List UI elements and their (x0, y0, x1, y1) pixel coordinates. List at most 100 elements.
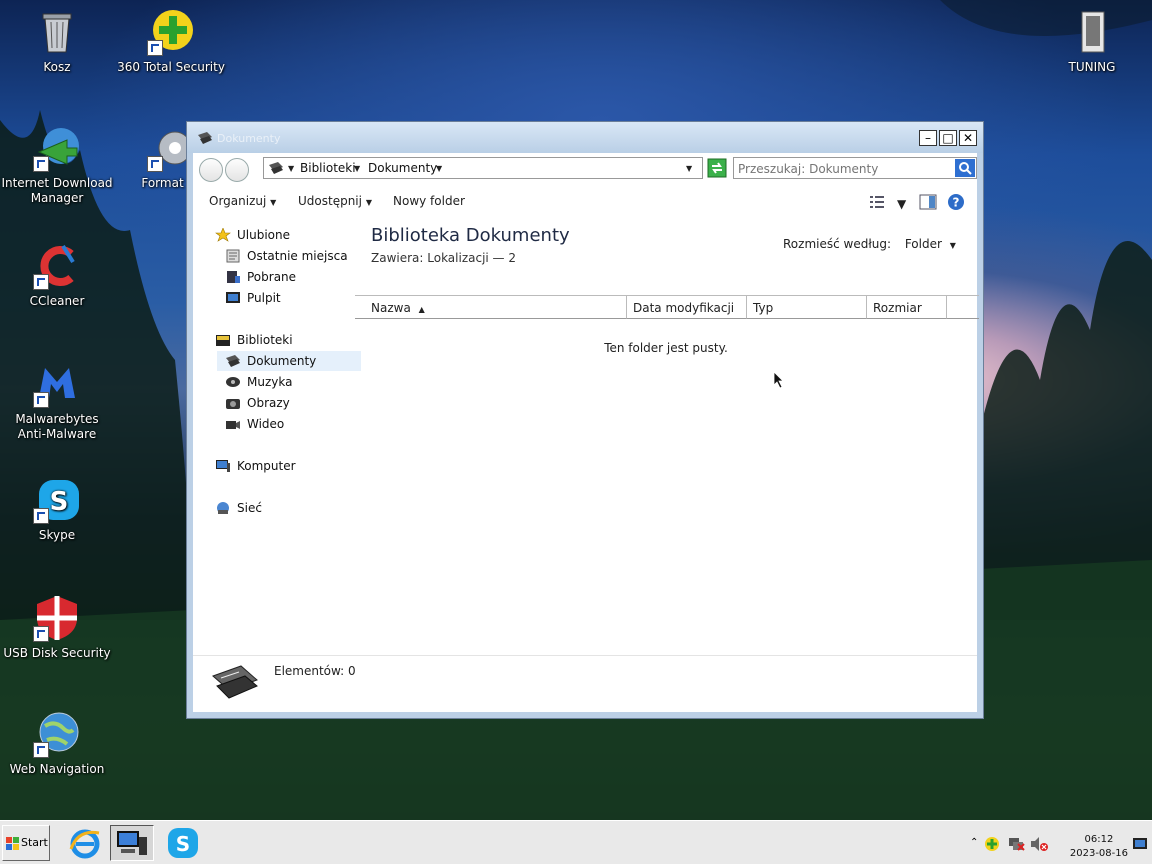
documents-library-icon (198, 132, 212, 144)
nav-music[interactable]: Muzyka (225, 372, 292, 392)
desktop-icon-label: Web Navigation (9, 762, 105, 776)
desktop-icon-label: Skype (38, 528, 76, 542)
shortcut-arrow-icon (33, 742, 49, 758)
svg-text:S: S (50, 487, 69, 517)
shortcut-arrow-icon (33, 508, 49, 524)
column-header-date-modified[interactable]: Data modyfikacji (627, 295, 747, 319)
view-options-icon[interactable] (869, 195, 885, 209)
chevron-down-icon[interactable]: ▼ (288, 164, 294, 173)
nav-libraries-label: Biblioteki (237, 333, 293, 347)
breadcrumb-libraries[interactable]: Biblioteki (300, 161, 356, 175)
nav-videos-label: Wideo (247, 417, 285, 431)
show-desktop-icon[interactable] (1132, 837, 1148, 851)
nav-downloads-label: Pobrane (247, 270, 297, 284)
maximize-button[interactable]: □ (939, 130, 957, 146)
navigation-pane: Ulubione Ostatnie miejsca Pobrane Pulpit… (193, 217, 361, 657)
desktop-icon-web-navigation[interactable]: Web Navigation (1, 710, 113, 777)
nav-favorites[interactable]: Ulubione (215, 225, 290, 245)
desktop-icon-malwarebytes[interactable]: Malwarebytes Anti-Malware (1, 360, 113, 442)
nav-music-label: Muzyka (247, 375, 293, 389)
column-header-size[interactable]: Rozmiar (867, 295, 947, 319)
nav-videos[interactable]: Wideo (225, 414, 284, 434)
window-body: ▼ Biblioteki ▼ Dokumenty ▼ ▼ Organizuj ▼… (193, 153, 979, 712)
explorer-window: Dokumenty – □ ✕ ▼ Biblioteki ▼ Dokumenty… (186, 121, 984, 719)
desktop-icon-label: Kosz (43, 60, 71, 74)
chevron-down-icon[interactable]: ▼ (897, 197, 906, 211)
breadcrumb-documents[interactable]: Dokumenty (368, 161, 437, 175)
item-count: Elementów: 0 (274, 664, 356, 678)
desktop-icon-internet-download-manager[interactable]: Internet Download Manager (1, 124, 113, 206)
share-button[interactable]: Udostępnij ▼ (298, 194, 372, 208)
help-icon[interactable]: ? (947, 193, 965, 211)
desktop-icon-360-total-security[interactable]: 360 Total Security (115, 8, 227, 75)
shortcut-arrow-icon (147, 40, 163, 56)
library-title: Biblioteka Dokumenty (371, 225, 570, 246)
search-box[interactable] (733, 157, 977, 179)
search-input[interactable] (736, 159, 952, 179)
address-bar[interactable]: ▼ Biblioteki ▼ Dokumenty ▼ ▼ (263, 157, 703, 179)
column-header-type[interactable]: Typ (747, 295, 867, 319)
nav-documents[interactable]: Dokumenty (217, 351, 361, 371)
forward-button[interactable] (225, 158, 249, 182)
computer-icon (117, 831, 147, 855)
start-button[interactable]: Start (2, 825, 50, 861)
downloads-icon (227, 271, 240, 283)
organize-button[interactable]: Organizuj ▼ (209, 194, 276, 208)
360-security-tray-icon[interactable] (984, 836, 1000, 852)
taskbar-internet-explorer[interactable] (64, 825, 108, 861)
network-icon (217, 502, 229, 514)
show-hidden-icons-icon[interactable]: ⌃ (970, 837, 978, 848)
computer-icon (216, 460, 230, 472)
new-folder-button[interactable]: Nowy folder (393, 194, 465, 208)
address-history-dropdown-icon[interactable]: ▼ (686, 164, 692, 173)
preview-pane-icon[interactable] (919, 194, 937, 210)
chevron-down-icon[interactable]: ▼ (354, 164, 360, 173)
idm-icon (33, 124, 81, 172)
nav-libraries[interactable]: Biblioteki (215, 330, 293, 350)
windows-logo-icon (6, 837, 19, 850)
mouse-cursor-icon (773, 371, 784, 389)
start-label: Start (21, 836, 48, 849)
recent-places-icon (226, 249, 240, 263)
clock[interactable]: 06:12 2023-08-16 (1070, 833, 1128, 861)
taskbar-explorer[interactable] (110, 825, 154, 861)
speaker-muted-icon[interactable] (1030, 836, 1048, 852)
nav-desktop[interactable]: Pulpit (225, 288, 281, 308)
nav-computer[interactable]: Komputer (215, 456, 296, 476)
taskbar-skype[interactable]: S (162, 825, 206, 861)
shortcut-arrow-icon (33, 626, 49, 642)
desktop-icon-recycle-bin[interactable]: Kosz (1, 8, 113, 75)
close-button[interactable]: ✕ (959, 130, 977, 146)
column-header-name[interactable]: Nazwa ▲ (355, 295, 627, 319)
sort-ascending-icon: ▲ (418, 305, 425, 314)
desktop-icon-ccleaner[interactable]: CCleaner (1, 242, 113, 309)
refresh-icon[interactable] (707, 158, 727, 178)
nav-downloads[interactable]: Pobrane (225, 267, 296, 287)
nav-network[interactable]: Sieć (215, 498, 262, 518)
svg-text:?: ? (953, 196, 960, 210)
taskbar: Start S ⌃ 06:12 2023-08-16 (0, 820, 1152, 864)
nav-recent-places[interactable]: Ostatnie miejsca (225, 246, 348, 266)
shield-icon (33, 594, 81, 642)
chevron-down-icon[interactable]: ▼ (436, 164, 442, 173)
nav-network-label: Sieć (237, 501, 262, 515)
desktop-icon-usb-disk-security[interactable]: USB Disk Security (1, 594, 113, 661)
desktop-icon-tuning[interactable]: TUNING (1036, 8, 1148, 75)
documents-library-icon (269, 162, 283, 174)
desktop-icon-label: Internet Download Manager (1, 176, 113, 205)
arrange-by-value: Folder (904, 237, 942, 251)
network-disconnected-icon[interactable] (1008, 836, 1026, 852)
content-pane: Biblioteka Dokumenty Zawiera: Lokalizacj… (355, 217, 979, 657)
internet-explorer-icon (69, 829, 100, 859)
arrange-by[interactable]: Rozmieść według: Folder ▼ (783, 237, 956, 251)
nav-pictures[interactable]: Obrazy (225, 393, 290, 413)
back-button[interactable] (199, 158, 223, 182)
search-icon[interactable] (955, 159, 975, 177)
library-locations[interactable]: Zawiera: Lokalizacji — 2 (371, 251, 516, 265)
360-security-icon (147, 8, 195, 56)
desktop-icon-skype[interactable]: S Skype (1, 476, 113, 543)
window-titlebar[interactable]: Dokumenty – □ ✕ (187, 122, 983, 153)
shortcut-arrow-icon (33, 392, 49, 408)
minimize-button[interactable]: – (919, 130, 937, 146)
desktop-icon-label: CCleaner (29, 294, 85, 308)
